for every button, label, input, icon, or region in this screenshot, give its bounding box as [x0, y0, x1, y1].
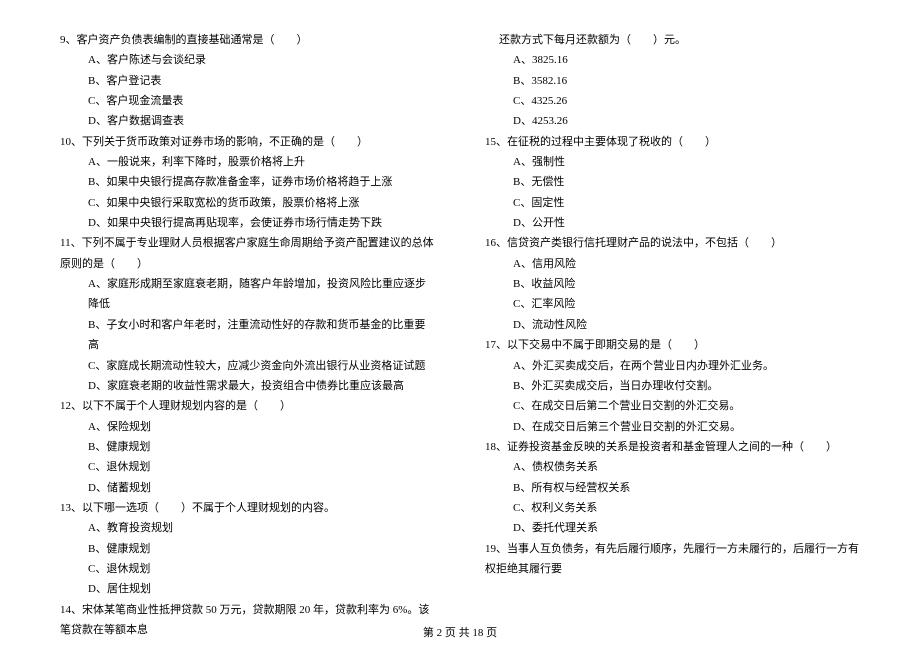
page-footer: 第 2 页 共 18 页 [0, 624, 920, 640]
question-18-stem: 18、证券投资基金反映的关系是投资者和基金管理人之间的一种（ ） [485, 437, 860, 457]
question-11-option-c: C、家庭成长期流动性较大，应减少资金向外流出银行从业资格证试题 [60, 356, 435, 376]
question-18-option-a: A、债权债务关系 [485, 457, 860, 477]
question-13-option-d: D、居住规划 [60, 579, 435, 599]
question-15-stem: 15、在征税的过程中主要体现了税收的（ ） [485, 132, 860, 152]
question-13-stem: 13、以下哪一选项（ ）不属于个人理财规划的内容。 [60, 498, 435, 518]
question-14-option-c: C、4325.26 [485, 91, 860, 111]
question-13-option-b: B、健康规划 [60, 539, 435, 559]
question-15-option-b: B、无偿性 [485, 172, 860, 192]
right-column: 还款方式下每月还款额为（ ）元。 A、3825.16 B、3582.16 C、4… [485, 30, 860, 595]
question-10-option-b: B、如果中央银行提高存款准备金率，证券市场价格将趋于上涨 [60, 172, 435, 192]
question-13-option-a: A、教育投资规划 [60, 518, 435, 538]
two-column-layout: 9、客户资产负债表编制的直接基础通常是（ ） A、客户陈述与会谈纪录 B、客户登… [60, 30, 860, 595]
question-17-option-a: A、外汇买卖成交后，在两个营业日内办理外汇业务。 [485, 356, 860, 376]
question-12-stem: 12、以下不属于个人理财规划内容的是（ ） [60, 396, 435, 416]
question-16-option-d: D、流动性风险 [485, 315, 860, 335]
question-12-option-c: C、退休规划 [60, 457, 435, 477]
question-16-option-a: A、信用风险 [485, 254, 860, 274]
question-14-continuation: 还款方式下每月还款额为（ ）元。 [485, 30, 860, 50]
question-14-option-d: D、4253.26 [485, 111, 860, 131]
left-column: 9、客户资产负债表编制的直接基础通常是（ ） A、客户陈述与会谈纪录 B、客户登… [60, 30, 435, 595]
question-18-option-d: D、委托代理关系 [485, 518, 860, 538]
question-10-option-a: A、一般说来，利率下降时，股票价格将上升 [60, 152, 435, 172]
question-10-stem: 10、下列关于货币政策对证券市场的影响，不正确的是（ ） [60, 132, 435, 152]
question-17-option-d: D、在成交日后第三个营业日交割的外汇交易。 [485, 417, 860, 437]
question-17-option-b: B、外汇买卖成交后，当日办理收付交割。 [485, 376, 860, 396]
question-11-stem: 11、下列不属于专业理财人员根据客户家庭生命周期给予资产配置建议的总体原则的是（… [60, 233, 435, 274]
question-16-option-b: B、收益风险 [485, 274, 860, 294]
question-11-option-d: D、家庭衰老期的收益性需求最大，投资组合中债券比重应该最高 [60, 376, 435, 396]
question-9-stem: 9、客户资产负债表编制的直接基础通常是（ ） [60, 30, 435, 50]
question-15-option-a: A、强制性 [485, 152, 860, 172]
question-9-option-d: D、客户数据调查表 [60, 111, 435, 131]
question-11-option-a: A、家庭形成期至家庭衰老期，随客户年龄增加，投资风险比重应逐步降低 [60, 274, 435, 315]
question-14-option-a: A、3825.16 [485, 50, 860, 70]
question-12-option-b: B、健康规划 [60, 437, 435, 457]
question-19-stem: 19、当事人互负债务，有先后履行顺序，先履行一方未履行的，后履行一方有权拒绝其履… [485, 539, 860, 580]
question-13-option-c: C、退休规划 [60, 559, 435, 579]
question-12-option-a: A、保险规划 [60, 417, 435, 437]
question-18-option-c: C、权利义务关系 [485, 498, 860, 518]
question-12-option-d: D、储蓄规划 [60, 478, 435, 498]
question-10-option-c: C、如果中央银行采取宽松的货币政策，股票价格将上涨 [60, 193, 435, 213]
question-11-option-b: B、子女小时和客户年老时，注重流动性好的存款和货币基金的比重要高 [60, 315, 435, 356]
question-17-option-c: C、在成交日后第二个营业日交割的外汇交易。 [485, 396, 860, 416]
question-15-option-c: C、固定性 [485, 193, 860, 213]
question-18-option-b: B、所有权与经营权关系 [485, 478, 860, 498]
question-16-stem: 16、信贷资产类银行信托理财产品的说法中，不包括（ ） [485, 233, 860, 253]
question-16-option-c: C、汇率风险 [485, 294, 860, 314]
question-15-option-d: D、公开性 [485, 213, 860, 233]
question-9-option-a: A、客户陈述与会谈纪录 [60, 50, 435, 70]
question-9-option-b: B、客户登记表 [60, 71, 435, 91]
question-10-option-d: D、如果中央银行提高再贴现率，会使证券市场行情走势下跌 [60, 213, 435, 233]
question-14-option-b: B、3582.16 [485, 71, 860, 91]
question-9-option-c: C、客户现金流量表 [60, 91, 435, 111]
question-17-stem: 17、以下交易中不属于即期交易的是（ ） [485, 335, 860, 355]
